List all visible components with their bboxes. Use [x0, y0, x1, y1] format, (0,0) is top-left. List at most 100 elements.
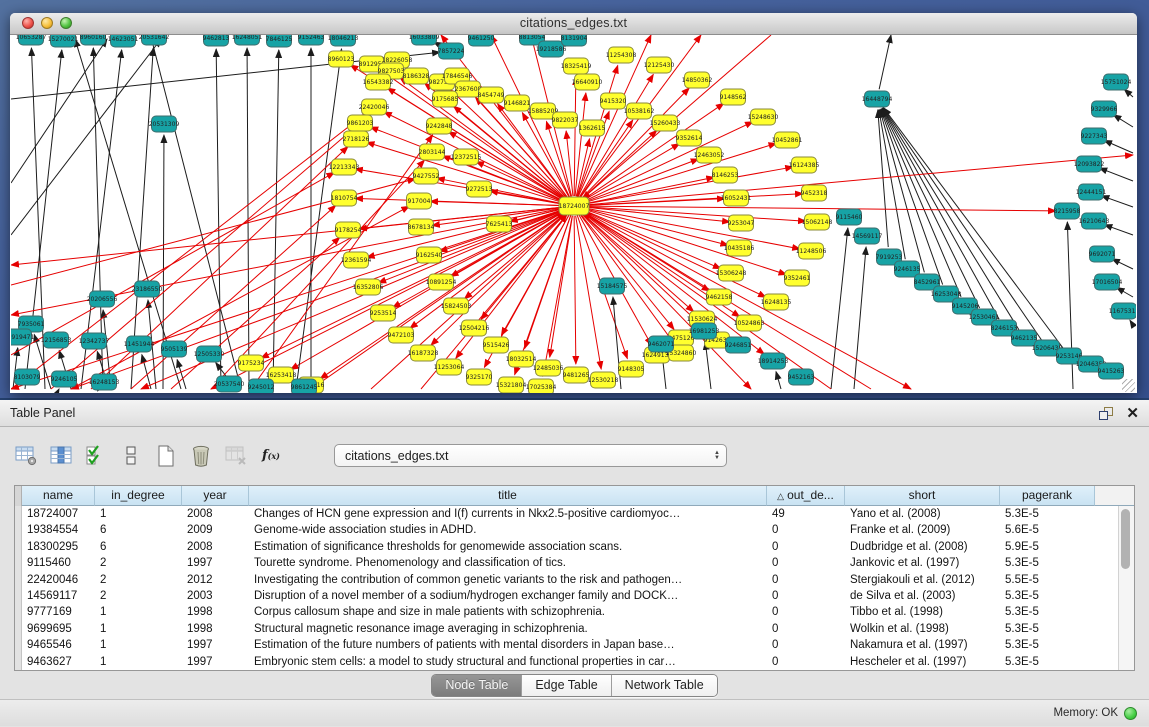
row-height-icon[interactable] [119, 444, 143, 468]
graph-node[interactable]: 9175685 [432, 91, 459, 107]
float-panel-icon[interactable] [1098, 406, 1114, 421]
graph-node[interactable]: 18914253 [758, 353, 789, 369]
tab-network-table[interactable]: Network Table [612, 675, 717, 696]
graph-node[interactable]: 9427552 [413, 168, 440, 184]
graph-node[interactable]: 15270021 [48, 35, 79, 47]
graph-node[interactable]: 14850362 [682, 72, 713, 88]
graph-node[interactable]: 9861203 [347, 115, 374, 131]
column-header-out_de[interactable]: △out_de... [767, 486, 845, 506]
graph-node[interactable]: 9462158 [706, 289, 733, 305]
column-header-title[interactable]: title [249, 486, 767, 506]
graph-node[interactable]: 8960160 [80, 35, 107, 45]
graph-node[interactable]: 9325170 [466, 369, 493, 385]
table-row[interactable]: 969969511998Structural magnetic resonanc… [15, 621, 1134, 637]
graph-node[interactable]: 15321804 [496, 377, 527, 393]
graph-node[interactable]: 9352614 [676, 130, 703, 146]
delete-table-icon[interactable] [224, 444, 248, 468]
graph-node[interactable]: 2718126 [343, 131, 370, 147]
graph-node[interactable]: 20206556 [87, 291, 118, 307]
close-panel-icon[interactable]: ✕ [1126, 406, 1139, 421]
graph-node[interactable]: 20531309 [149, 116, 180, 132]
graph-node[interactable]: 16248051 [232, 35, 263, 45]
graph-node[interactable]: 9152463 [298, 35, 325, 45]
graph-node[interactable]: 15248630 [748, 109, 779, 125]
graph-node[interactable]: 9115460 [836, 209, 863, 225]
tab-node-table[interactable]: Node Table [432, 675, 522, 696]
graph-node[interactable]: 12156853 [41, 332, 72, 348]
graph-node[interactable]: 9461250 [468, 35, 495, 46]
table-scrollbar-thumb[interactable] [1121, 509, 1130, 569]
graph-node[interactable]: 10452861 [772, 132, 803, 148]
graph-node[interactable]: 8215958 [1054, 203, 1081, 219]
table-row[interactable]: 2242004622012Investigating the contribut… [15, 572, 1134, 588]
graph-node[interactable]: 11254308 [606, 47, 637, 63]
graph-node[interactable]: 12372515 [451, 149, 482, 165]
graph-node[interactable]: 9415263 [1098, 363, 1125, 379]
graph-node[interactable]: 9452163 [788, 369, 815, 385]
graph-node[interactable]: 22420046 [359, 99, 390, 115]
graph-node[interactable]: 16210643 [1079, 213, 1110, 229]
graph-node[interactable]: 10435186 [724, 240, 755, 256]
graph-node[interactable]: 12530218 [588, 372, 619, 388]
network-view-window[interactable]: citations_edges.txt 18724007896012389129… [10, 13, 1137, 393]
graph-node[interactable]: 9462813 [203, 35, 230, 46]
window-titlebar[interactable]: citations_edges.txt [10, 13, 1137, 35]
network-canvas[interactable]: 1872400789601238912955182260589827503165… [11, 35, 1136, 393]
column-header-year[interactable]: year [182, 486, 249, 506]
graph-node[interactable]: 16543382 [363, 74, 394, 90]
graph-node[interactable]: 8103079 [14, 369, 41, 385]
graph-node[interactable]: 16352806 [353, 279, 384, 295]
graph-node[interactable]: 9227343 [1081, 128, 1108, 144]
graph-node[interactable]: 917004 [407, 193, 432, 209]
table-row[interactable]: 1938455462009Genome-wide association stu… [15, 522, 1134, 538]
graph-node[interactable]: 15184575 [597, 278, 628, 294]
graph-node[interactable]: 12213343 [329, 159, 360, 175]
graph-node[interactable]: 12125430 [644, 57, 675, 73]
table-mode-icon[interactable] [14, 444, 38, 468]
graph-node[interactable]: 15306248 [716, 265, 747, 281]
column-header-name[interactable]: name [22, 486, 95, 506]
graph-node[interactable]: 17016504 [1092, 274, 1123, 290]
table-row[interactable]: 946554611997Estimation of the future num… [15, 637, 1134, 653]
graph-node[interactable]: 10891254 [426, 274, 457, 290]
graph-node[interactable]: 9246105 [51, 371, 78, 387]
graph-node[interactable]: 9253514 [370, 305, 397, 321]
graph-node[interactable]: 10524863 [734, 315, 765, 331]
graph-node[interactable]: 7846125 [266, 35, 293, 47]
column-header-in_degree[interactable]: in_degree [95, 486, 182, 506]
table-row[interactable]: 1830029562008Estimation of significance … [15, 539, 1134, 555]
graph-node[interactable]: 16640910 [572, 74, 603, 90]
graph-node[interactable]: 9148305 [618, 361, 645, 377]
graph-node[interactable]: 9472103 [388, 327, 415, 343]
select-all-columns-icon[interactable] [84, 444, 108, 468]
graph-node[interactable]: 11253064 [434, 359, 465, 375]
graph-node[interactable]: 9462071 [648, 336, 675, 352]
table-row[interactable]: 911546021997Tourette syndrome. Phenomeno… [15, 555, 1134, 571]
graph-node[interactable]: 8131904 [561, 35, 588, 46]
graph-node[interactable]: 9692071 [1089, 246, 1116, 262]
graph-node[interactable]: 9822037 [552, 112, 579, 128]
graph-node[interactable]: 16981253 [689, 323, 720, 339]
graph-node[interactable]: 14569117 [852, 228, 883, 244]
graph-node[interactable]: 7625413 [486, 216, 513, 232]
table-selector-dropdown[interactable]: citations_edges.txt ▲▼ [334, 444, 727, 467]
graph-node[interactable]: 12342737 [79, 333, 110, 349]
graph-node[interactable]: 9175234 [238, 355, 265, 371]
graph-node[interactable]: 12505330 [194, 346, 225, 362]
network-graph[interactable]: 1872400789601238912955182260589827503165… [11, 35, 1136, 393]
graph-node[interactable]: 9515426 [483, 337, 510, 353]
graph-node[interactable]: 15751024 [1101, 74, 1132, 90]
graph-node[interactable]: 12093822 [1074, 156, 1105, 172]
graph-node[interactable]: 11675312 [1109, 303, 1136, 319]
graph-node[interactable]: 9505139 [161, 341, 188, 357]
graph-node[interactable]: 23186550 [132, 281, 163, 297]
graph-node[interactable]: 18046213 [328, 35, 359, 46]
graph-node[interactable]: 9352461 [784, 270, 811, 286]
graph-node[interactable]: 9146821 [504, 95, 531, 111]
graph-node[interactable]: 10653287 [16, 35, 47, 45]
graph-node[interactable]: 9178254 [335, 222, 362, 238]
show-columns-icon[interactable] [49, 444, 73, 468]
graph-node[interactable]: 15824503 [441, 298, 472, 314]
delete-columns-icon[interactable] [189, 444, 213, 468]
table-row[interactable]: 1872400712008Changes of HCN gene express… [15, 506, 1134, 522]
